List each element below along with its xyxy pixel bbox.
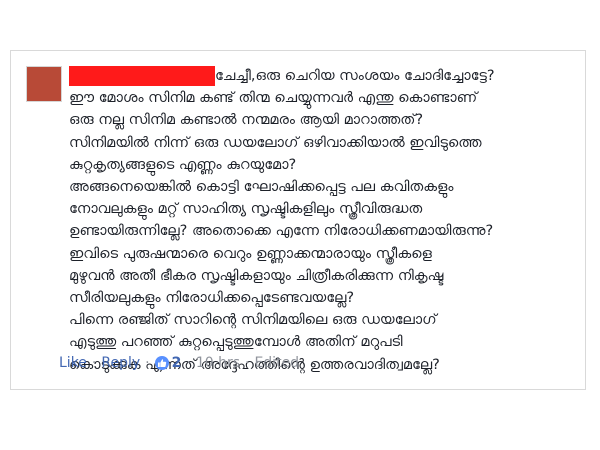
comment-line-9: മുഴുവൻ അതീ ഭീകര സൃഷ്ടികളായും ചിത്രീകരിക്… (69, 267, 444, 284)
comment-line-10: സീരിയലുകളും നിരോധിക്കപ്പെടേണ്ടവയല്ലേ? (69, 290, 355, 307)
comment-content: ചേച്ചീ,ഒരു ചെറിയ സംശയം ചോദിച്ചോട്ടേ? ഈ മ… (69, 65, 579, 376)
redacted-commenter-name (69, 66, 215, 87)
separator: · (145, 355, 150, 371)
like-link[interactable]: Like (59, 355, 87, 371)
thumbs-up-icon (154, 356, 169, 370)
commenter-avatar[interactable] (26, 66, 62, 102)
comment-line-5: അങ്ങനെയെങ്കിൽ കൊട്ടി ഘോഷിക്കപ്പെട്ട പല ക… (69, 179, 454, 196)
comment-line-8: ഇവിടെ പുരുഷന്മാരെ വെറും ഉണ്ണാക്കന്മാരായു… (69, 245, 432, 262)
separator: · (91, 355, 97, 371)
comment-line-11: പിന്നെ രഞ്ജിത് സാറിന്റെ സിനിമയിലെ ഒരു ഡയ… (69, 312, 437, 329)
like-count[interactable]: 2 (154, 355, 182, 371)
reply-link[interactable]: Reply (101, 355, 140, 371)
comment-line-2: ഒരു നല്ല സിനിമ കണ്ടാൽ നന്മമരം ആയി മാറാത്… (69, 112, 424, 129)
comment-line-0: ചേച്ചീ,ഒരു ചെറിയ സംശയം ചോദിച്ചോട്ടേ? (215, 68, 495, 84)
comment-line-4: കുറ്റകൃത്യങ്ങളുടെ എണ്ണം കുറയുമോ? (69, 156, 297, 173)
comment-line-7: ഉണ്ടായിരുന്നില്ലേ? അതൊക്കെ എന്നേ നിരോധിക… (69, 223, 494, 240)
edited-label[interactable]: Edited (254, 355, 299, 371)
comment-line-6: നോവലുകളും മറ്റ് സാഹിത്യ സൃഷ്ടികളിലും സ്ത… (69, 201, 423, 218)
comment-line-12: എടുത്തു പറഞ്ഞ് കുറ്റപ്പെടുത്തുമ്പോൾ അതിന… (69, 334, 403, 351)
comment-actions: Like · Reply · 2 · 10 hrs · Edited (59, 355, 299, 371)
comment-card: ചേച്ചീ,ഒരു ചെറിയ സംശയം ചോദിച്ചോട്ടേ? ഈ മ… (10, 50, 586, 390)
like-count-number: 2 (171, 355, 182, 371)
comment-first-line: ചേച്ചീ,ഒരു ചെറിയ സംശയം ചോദിച്ചോട്ടേ? (69, 65, 579, 87)
separator: · (186, 355, 191, 371)
comment-timestamp[interactable]: 10 hrs (196, 355, 240, 371)
separator: · (245, 355, 250, 371)
comment-line-1: ഈ മോശം സിനിമ കണ്ട് തിന്മ ചെയ്യുന്നവർ എന്… (69, 90, 478, 107)
comment-text: ചേച്ചീ,ഒരു ചെറിയ സംശയം ചോദിച്ചോട്ടേ? ഈ മ… (69, 65, 579, 376)
screenshot-frame: ചേച്ചീ,ഒരു ചെറിയ സംശയം ചോദിച്ചോട്ടേ? ഈ മ… (0, 0, 600, 450)
comment-line-3: സിനിമയിൽ നിന്ന് ഒരു ഡയലോഗ് ഒഴിവാക്കിയാൽ … (69, 134, 482, 151)
